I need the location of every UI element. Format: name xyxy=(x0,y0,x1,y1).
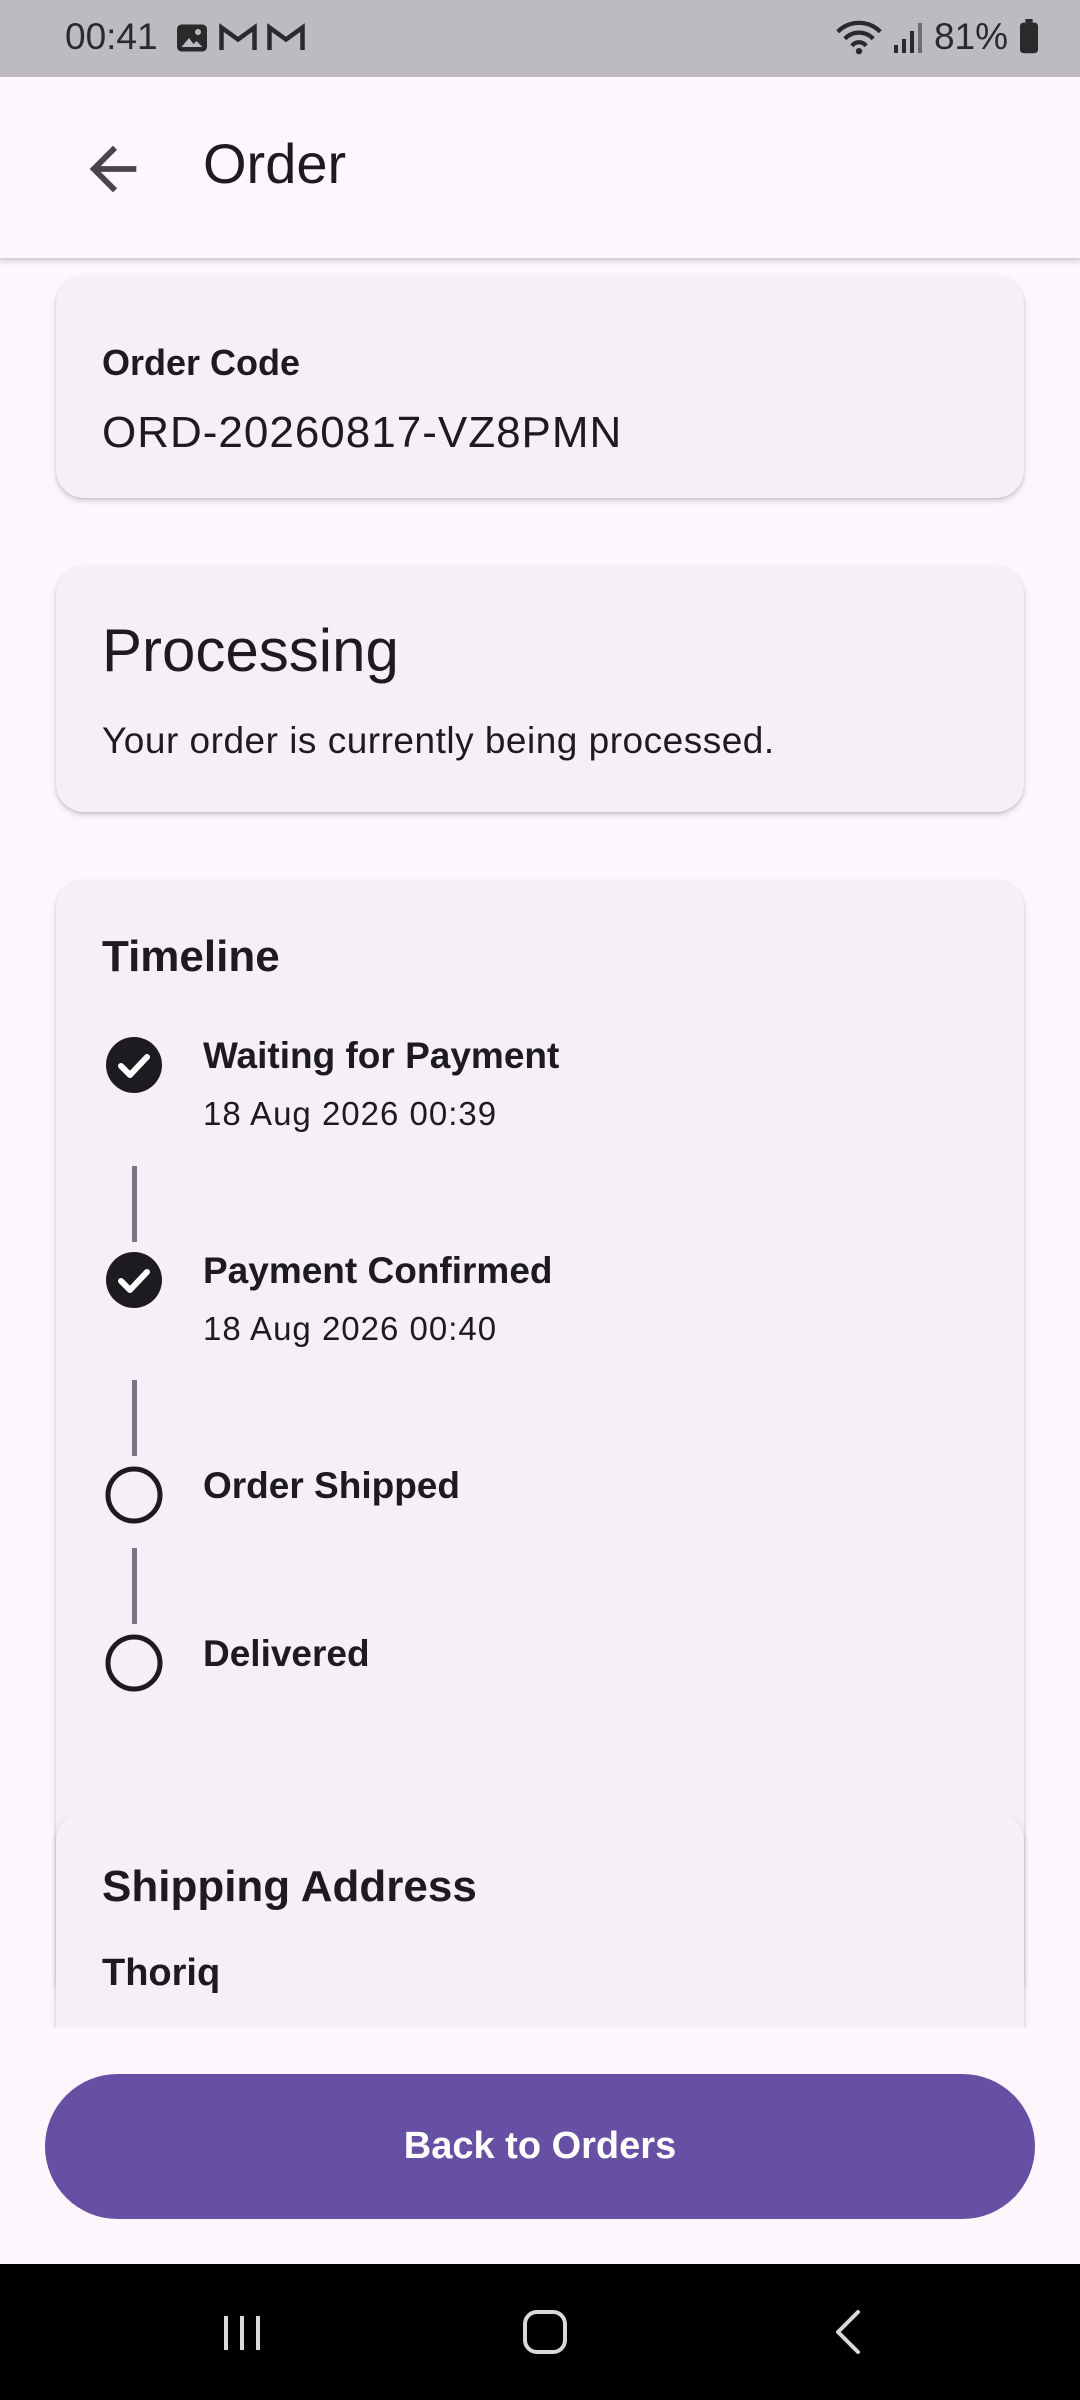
back-to-orders-button[interactable]: Back to Orders xyxy=(45,2074,1035,2219)
battery-percent: 81% xyxy=(933,16,1008,57)
status-title: Processing xyxy=(102,617,399,684)
shipping-address-card: Shipping Address Thoriq xyxy=(56,1812,1024,2028)
back-button[interactable] xyxy=(78,134,148,204)
order-code-card: Order Code ORD-20260817-VZ8PMN xyxy=(56,276,1024,498)
status-bar: 00:41 81% xyxy=(0,0,1080,77)
step-label: Waiting for Payment xyxy=(203,1035,560,1076)
home-button[interactable] xyxy=(515,2302,575,2362)
order-code-value: ORD-20260817-VZ8PMN xyxy=(102,408,623,457)
recent-apps-icon xyxy=(224,2316,260,2350)
timeline-connector xyxy=(132,1380,137,1456)
order-detail-content[interactable]: Order Code ORD-20260817-VZ8PMN Processin… xyxy=(0,260,1080,2028)
step-label: Delivered xyxy=(203,1633,370,1674)
order-status-card: Processing Your order is currently being… xyxy=(56,566,1024,812)
chevron-left-icon xyxy=(836,2310,860,2354)
status-time: 00:41 xyxy=(65,16,158,57)
nav-back-button[interactable] xyxy=(818,2302,878,2362)
order-code-label: Order Code xyxy=(102,342,301,383)
circle-outline-icon xyxy=(105,1466,163,1524)
page-title: Order xyxy=(203,132,347,195)
step-time: 18 Aug 2026 00:40 xyxy=(203,1310,498,1347)
gmail-icon xyxy=(219,23,257,50)
gmail-icon xyxy=(267,23,305,50)
arrow-back-icon xyxy=(89,145,137,193)
check-circle-icon xyxy=(106,1252,162,1308)
recent-apps-button[interactable] xyxy=(212,2302,272,2362)
step-label: Order Shipped xyxy=(203,1465,460,1506)
timeline-connector xyxy=(132,1548,137,1624)
step-label: Payment Confirmed xyxy=(203,1250,553,1291)
signal-icon xyxy=(893,23,922,53)
app-bar: Order xyxy=(0,77,1080,260)
shipping-address-title: Shipping Address xyxy=(102,1862,477,1911)
status-right: 81% xyxy=(836,16,1040,58)
battery-icon xyxy=(1020,19,1038,54)
status-description: Your order is currently being processed. xyxy=(102,720,775,761)
timeline-title: Timeline xyxy=(102,932,280,981)
circle-outline-icon xyxy=(105,1634,163,1692)
gallery-icon xyxy=(177,24,207,52)
system-nav-bar xyxy=(0,2264,1080,2400)
notification-icons xyxy=(174,20,306,56)
wifi-icon xyxy=(836,20,882,55)
timeline-connector xyxy=(132,1166,137,1242)
recipient-name: Thoriq xyxy=(102,1952,221,1994)
home-icon xyxy=(523,2310,567,2354)
step-time: 18 Aug 2026 00:39 xyxy=(203,1095,498,1132)
check-circle-icon xyxy=(106,1037,162,1093)
